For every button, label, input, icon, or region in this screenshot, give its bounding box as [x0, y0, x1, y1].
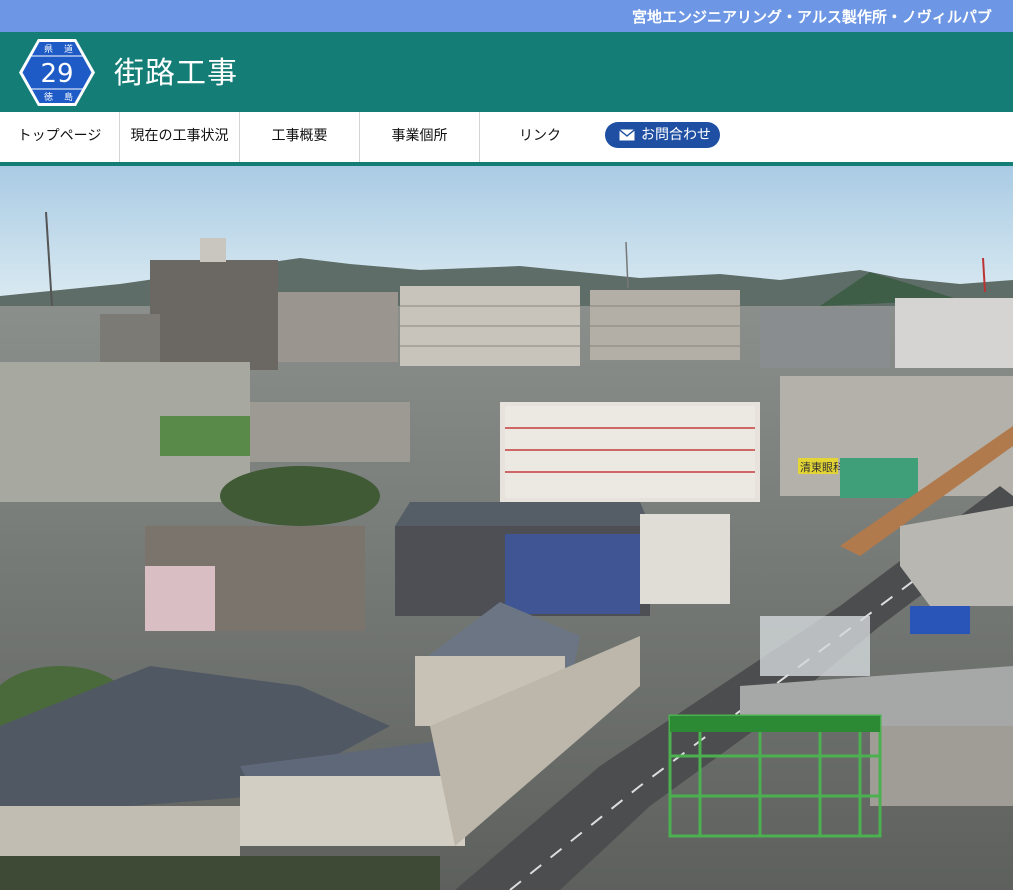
top-ticker: 宮地エンジニアリング・アルス製作所・ノヴィルパブ [0, 0, 1013, 32]
sign-bottom-left: 徳 [44, 91, 53, 103]
nav-item-locations[interactable]: 事業個所 [360, 112, 480, 162]
site-title[interactable]: 街路工事 [114, 48, 238, 92]
sign-pref-left: 県 [44, 44, 53, 55]
nav-item-top[interactable]: トップページ [0, 112, 120, 162]
contact-button[interactable]: お問合わせ [605, 122, 720, 148]
billboard-text: 清東眼科 [800, 460, 844, 474]
sign-bottom-right: 島 [64, 91, 73, 103]
nav-item-status[interactable]: 現在の工事状況 [120, 112, 240, 162]
aerial-city-photo: 清東眼科 [0, 166, 1013, 890]
sign-route-number: 29 [40, 59, 73, 89]
mail-icon [619, 129, 635, 141]
nav-item-links[interactable]: リンク [480, 112, 600, 162]
main-nav: トップページ 現在の工事状況 工事概要 事業個所 リンク お問合わせ [0, 112, 1013, 162]
contact-label: お問合わせ [641, 127, 711, 143]
ticker-text: 宮地エンジニアリング・アルス製作所・ノヴィルパブ [632, 8, 992, 26]
nav-item-overview[interactable]: 工事概要 [240, 112, 360, 162]
hero-photo: 清東眼科 [0, 166, 1013, 890]
sign-pref-right: 道 [64, 43, 73, 55]
route-sign-logo[interactable]: 県 道 29 徳 島 [18, 38, 96, 107]
